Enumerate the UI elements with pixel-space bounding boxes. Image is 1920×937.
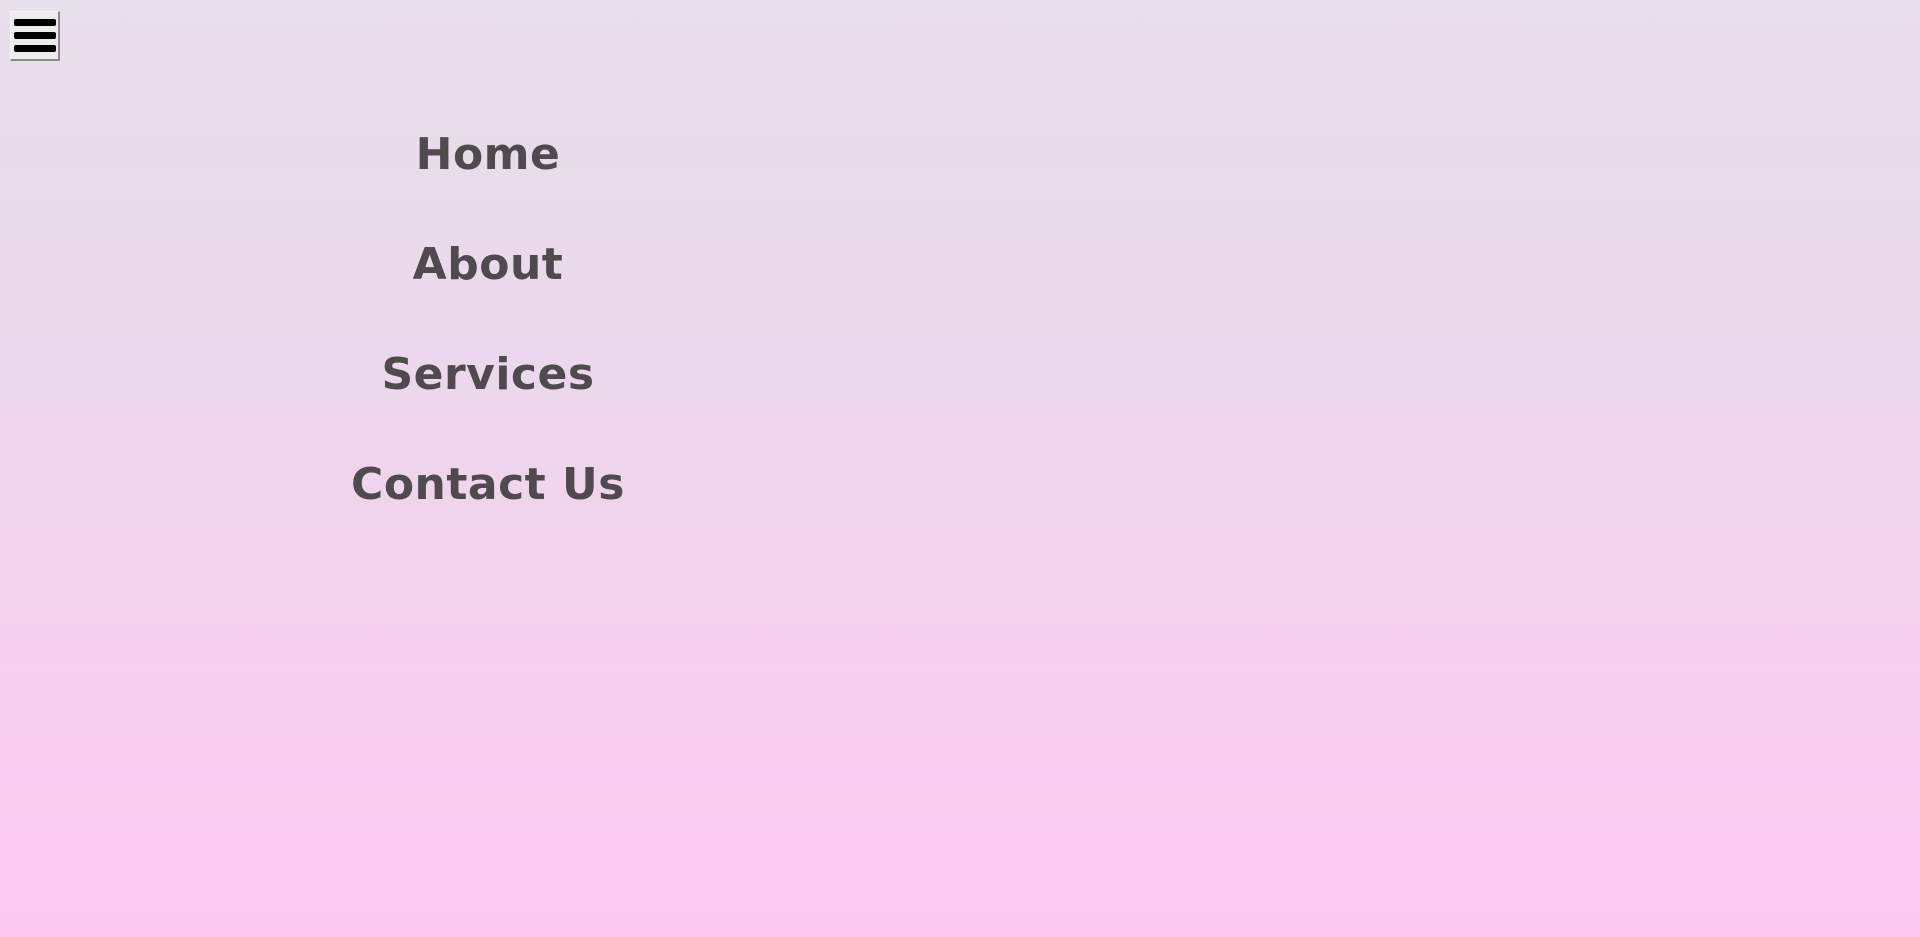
nav-link-home[interactable]: Home bbox=[0, 129, 976, 181]
nav-link-contact-us[interactable]: Contact Us bbox=[0, 459, 976, 511]
main-navigation: Home About Services Contact Us bbox=[0, 0, 976, 937]
nav-link-about[interactable]: About bbox=[0, 239, 976, 291]
nav-link-services[interactable]: Services bbox=[0, 349, 976, 401]
